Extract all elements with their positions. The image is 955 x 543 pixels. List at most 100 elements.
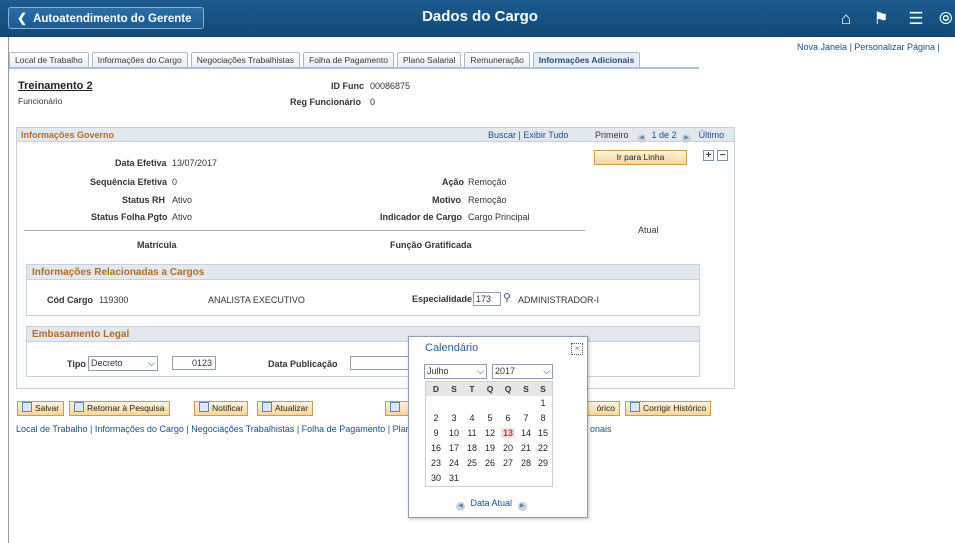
go-to-row-button[interactable]: Ir para Linha — [594, 150, 687, 165]
personalize-page-link[interactable]: Personalizar Página — [854, 42, 935, 52]
refresh-icon — [262, 402, 272, 412]
tab-plano-salarial[interactable]: Plano Salarial — [396, 52, 462, 68]
calendar-day[interactable]: 25 — [465, 458, 479, 468]
calendar-day[interactable]: 7 — [519, 413, 533, 423]
tab-remuneracao[interactable]: Remuneração — [464, 52, 530, 68]
content-left-border — [8, 37, 9, 543]
calendar-day[interactable]: 21 — [519, 443, 533, 453]
calendar-day[interactable]: 20 — [501, 443, 515, 453]
month-select[interactable]: Julho ⌵ — [424, 364, 487, 379]
tab-folha-de-pagamento[interactable]: Folha de Pagamento — [303, 52, 394, 68]
calendar-day[interactable]: 14 — [519, 428, 533, 438]
weekday-label: S — [447, 384, 461, 394]
link-separator: | — [849, 42, 852, 52]
save-label: Salvar — [35, 403, 60, 413]
notify-button[interactable]: Notificar — [194, 401, 249, 416]
back-to-manager-self-service-button[interactable]: ❮ Autoatendimento do Gerente — [8, 7, 204, 29]
reason-value: Remoção — [468, 195, 507, 205]
action-label: Ação — [442, 177, 465, 187]
last-link[interactable]: Último — [699, 130, 725, 140]
calendar-day[interactable]: 5 — [483, 413, 497, 423]
calendar-day[interactable]: 8 — [536, 413, 550, 423]
calendar-day[interactable]: 9 — [429, 428, 443, 438]
calendar-day[interactable]: 6 — [501, 413, 515, 423]
next-arrow-icon[interactable]: ▶ — [682, 134, 692, 143]
employee-type: Funcionário — [18, 96, 63, 106]
month-select-value: Julho — [427, 366, 449, 376]
calendar-day[interactable]: 23 — [429, 458, 443, 468]
return-label: Retornar à Pesquisa — [87, 403, 165, 413]
tab-underline — [9, 67, 699, 69]
refresh-button[interactable]: Atualizar — [257, 401, 314, 416]
type-label: Tipo — [67, 359, 86, 369]
weekday-label: Q — [501, 384, 515, 394]
previous-month-icon[interactable]: ◀ — [456, 502, 465, 511]
search-icon[interactable]: ⚲ — [503, 291, 511, 304]
compass-icon[interactable]: ⦾ — [939, 9, 955, 29]
tab-negociacoes-trabalhistas[interactable]: Negociações Trabalhistas — [190, 52, 301, 68]
type-select[interactable]: Decreto ⌵ — [88, 356, 158, 371]
chevron-down-icon: ⌵ — [477, 366, 484, 376]
page-title: Dados do Cargo — [422, 8, 538, 25]
delete-row-button[interactable]: − — [717, 150, 728, 161]
calendar-day[interactable]: 3 — [447, 413, 461, 423]
notify-label: Notificar — [212, 403, 244, 413]
menu-icon[interactable]: ☰ — [906, 9, 926, 29]
calendar-day[interactable]: 31 — [447, 473, 461, 483]
calendar-day[interactable]: 4 — [465, 413, 479, 423]
view-all-link[interactable]: Exibir Tudo — [523, 130, 568, 140]
calendar-day[interactable]: 24 — [447, 458, 461, 468]
law-number-input[interactable]: 0123 — [172, 356, 216, 370]
close-icon[interactable]: × — [571, 343, 583, 355]
calendar-day[interactable]: 26 — [483, 458, 497, 468]
add-row-button[interactable]: + — [703, 150, 714, 161]
calendar-day[interactable]: 1 — [536, 398, 550, 408]
calendar-day[interactable]: 29 — [536, 458, 550, 468]
chevron-down-icon: ⌵ — [543, 366, 550, 376]
pager: Primeiro ◀ 1 de 2 ▶ Último — [595, 130, 724, 143]
year-select[interactable]: 2017 ⌵ — [492, 364, 553, 379]
specialty-input[interactable]: 173 — [473, 292, 501, 306]
calendar-day[interactable]: 11 — [465, 428, 479, 438]
calendar-day[interactable]: 19 — [483, 443, 497, 453]
calendar-day[interactable]: 15 — [536, 428, 550, 438]
legal-basis-header: Embasamento Legal — [26, 326, 700, 342]
calendar-day[interactable]: 18 — [465, 443, 479, 453]
calendar-day[interactable]: 10 — [447, 428, 461, 438]
employee-name: Treinamento 2 — [18, 80, 93, 92]
job-code-label: Cód Cargo — [47, 295, 93, 305]
home-icon[interactable]: ⌂ — [836, 9, 856, 29]
calendar-day-today[interactable]: 13 — [501, 428, 515, 438]
effective-sequence-value: 0 — [172, 177, 178, 187]
flag-icon[interactable]: ⚑ — [871, 9, 891, 29]
correct-history-button[interactable]: Corrigir Histórico — [625, 401, 712, 416]
calendar-day[interactable]: 30 — [429, 473, 443, 483]
calendar-day[interactable]: 27 — [501, 458, 515, 468]
calendar-grid: D S T Q Q S S 1 2 3 4 5 6 7 8 9 10 11 12 13 14 15 16 17 18 19 20 21… — [425, 381, 553, 487]
return-to-search-button[interactable]: Retornar à Pesquisa — [69, 401, 170, 416]
save-button[interactable]: Salvar — [17, 401, 65, 416]
next-month-icon[interactable]: ▶ — [517, 502, 527, 511]
calendar-day[interactable]: 22 — [536, 443, 550, 453]
current-date-nav: ◀ Data Atual ▶ — [456, 498, 527, 511]
calendar-day[interactable]: 28 — [519, 458, 533, 468]
tab-informacoes-adicionais[interactable]: Informações Adicionais — [532, 52, 641, 68]
previous-arrow-icon[interactable]: ◀ — [637, 134, 647, 143]
tab-informacoes-do-cargo[interactable]: Informações do Cargo — [91, 52, 188, 68]
calendar-day[interactable]: 17 — [447, 443, 461, 453]
calendar-day[interactable]: 16 — [429, 443, 443, 453]
calendar-day[interactable]: 2 — [429, 413, 443, 423]
bottom-nav-links-right[interactable]: onais — [590, 424, 612, 434]
bottom-nav-links[interactable]: Local de Trabalho | Informações do Cargo… — [16, 424, 409, 434]
job-code-value: 119300 — [99, 295, 129, 305]
new-window-link[interactable]: Nova Janela — [797, 42, 847, 52]
find-link[interactable]: Buscar — [488, 130, 516, 140]
gov-info-title: Informações Governo — [21, 130, 115, 140]
tab-local-de-trabalho[interactable]: Local de Trabalho — [9, 52, 89, 68]
specialty-description: ADMINISTRADOR-I — [518, 295, 599, 305]
calendar-day[interactable]: 12 — [483, 428, 497, 438]
current-label: Atual — [638, 225, 659, 235]
publication-date-input[interactable] — [350, 356, 410, 370]
current-date-link[interactable]: Data Atual — [471, 498, 513, 508]
employee-id-value: 00086875 — [370, 81, 411, 91]
